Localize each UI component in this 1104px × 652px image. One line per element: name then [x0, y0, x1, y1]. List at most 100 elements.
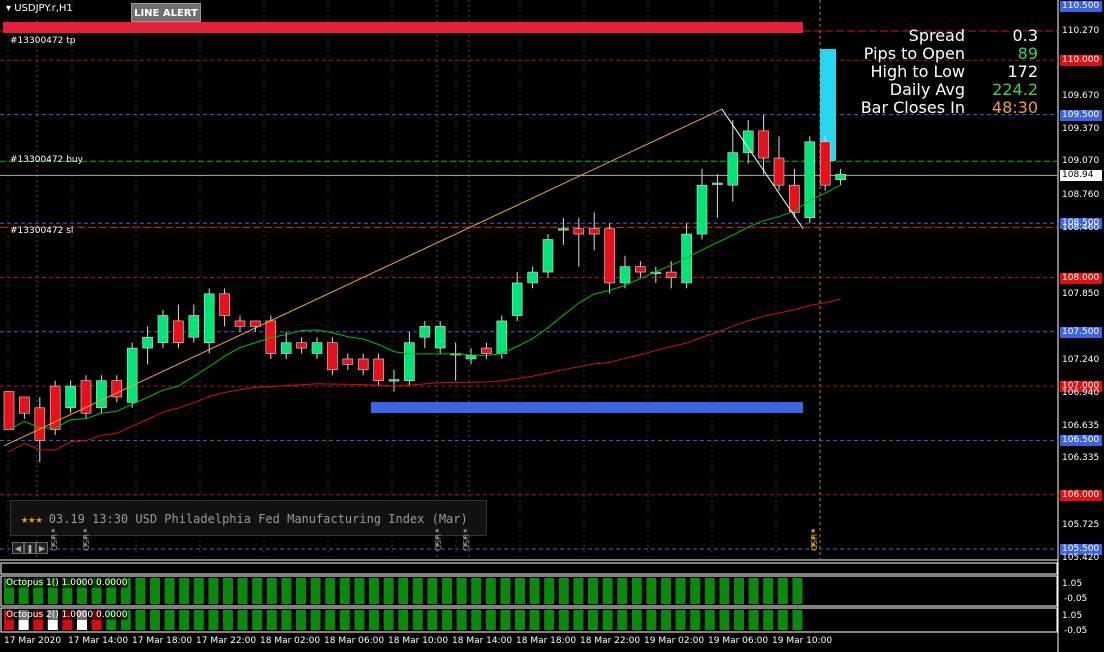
- bull-candle: [804, 141, 816, 219]
- indicator1-bar: [485, 578, 496, 604]
- bear-candle: [327, 342, 338, 371]
- indicator1-bar: [529, 578, 540, 604]
- order-tp-label: #13300472 tp: [10, 36, 76, 46]
- dropdown-triangle-icon[interactable]: ▾: [6, 3, 11, 14]
- indicator2-bar: [719, 610, 730, 630]
- event-currency-label[interactable]: USD: [433, 534, 442, 551]
- bull-candle: [619, 266, 631, 284]
- indicator1-bar: [631, 578, 642, 604]
- indicator1-bar: [646, 578, 657, 604]
- indicator2-bar: [179, 610, 190, 630]
- indicator-label: Octopus 1() 1.0000 0.0000: [6, 578, 128, 588]
- indicator1-bar: [719, 578, 730, 604]
- time-axis-label: 18 Mar 06:00: [324, 636, 385, 646]
- indicator1-bar: [325, 578, 336, 604]
- info-label: Daily Avg: [889, 80, 965, 99]
- price-axis-label: 109.070: [1062, 156, 1100, 167]
- indicator2-bar: [675, 610, 686, 630]
- indicator1-bar: [281, 578, 292, 604]
- indicator-label: Octopus 2() 1.0000 0.0000: [6, 610, 128, 620]
- bear-candle: [588, 228, 600, 235]
- indicator2-bar: [369, 610, 379, 630]
- bull-candle: [142, 336, 153, 349]
- time-axis-label: 18 Mar 02:00: [260, 636, 321, 646]
- indicator2-bar: [208, 610, 219, 630]
- news-text: 03.19 13:30 USD Philadelphia Fed Manufac…: [48, 512, 468, 526]
- indicator1-bar: [734, 578, 744, 604]
- indicator1-bar: [777, 578, 788, 604]
- indicator2-bar: [325, 610, 336, 630]
- price-axis-label: 110.000: [1060, 55, 1102, 67]
- indicator2-bar: [398, 610, 409, 630]
- event-currency-label[interactable]: USD: [461, 534, 470, 551]
- indicator2-bar: [354, 610, 365, 630]
- indicator1-bar: [573, 578, 584, 604]
- bull-candle: [696, 184, 708, 235]
- indicator2-bar: [442, 610, 452, 630]
- line-alert-button[interactable]: LINE ALERT: [131, 3, 201, 22]
- bull-candle: [419, 326, 431, 338]
- info-value: 48:30: [991, 98, 1038, 117]
- importance-stars: ★★★: [21, 512, 43, 526]
- take-profit-zone: [3, 22, 803, 33]
- price-axis-label: 105.725: [1062, 519, 1100, 530]
- info-value: 172: [1007, 62, 1038, 81]
- time-axis-label: 18 Mar 22:00: [580, 636, 641, 646]
- event-currency-label[interactable]: USD: [81, 534, 90, 551]
- indicator1-bar: [690, 578, 701, 604]
- indicator2-bar: [164, 610, 175, 630]
- bear-candle: [819, 141, 831, 186]
- indicator-axis-top: 1.05: [1062, 611, 1083, 621]
- indicator-axis-bottom: -0.05: [1064, 594, 1088, 604]
- indicator2-bar: [252, 610, 263, 630]
- bull-candle: [188, 315, 200, 338]
- price-axis-label: 109.500: [1060, 109, 1102, 121]
- indicator2-bar: [135, 610, 146, 630]
- bull-candle: [542, 239, 554, 273]
- bull-candle: [65, 385, 76, 409]
- symbol-label[interactable]: ▾ USDJPY.r,H1: [6, 3, 73, 14]
- support-zone: [371, 402, 803, 413]
- indicator2-bar: [500, 610, 511, 630]
- bull-candle: [511, 282, 523, 316]
- indicator1-bar: [310, 578, 321, 604]
- event-currency-label[interactable]: USD: [49, 534, 58, 551]
- indicator2-bar: [602, 610, 613, 630]
- bull-candle: [434, 326, 446, 349]
- price-axis-label: 106.635: [1062, 420, 1100, 431]
- indicator1-bar: [354, 578, 365, 604]
- scroll-right-button[interactable]: ▶: [36, 542, 48, 554]
- bear-candle: [665, 271, 677, 278]
- bear-candle: [604, 228, 615, 284]
- bull-candle: [126, 347, 138, 403]
- indicator1-bar: [544, 578, 555, 604]
- bear-candle: [342, 358, 354, 365]
- info-label: Bar Closes In: [860, 98, 965, 117]
- indicator2-bar: [310, 610, 321, 630]
- scroll-left-button[interactable]: ◀: [12, 542, 24, 554]
- indicator1-bar: [252, 578, 263, 604]
- indicator1-bar: [266, 578, 277, 604]
- event-currency-label[interactable]: USD: [809, 534, 818, 551]
- indicator2-bar: [237, 610, 248, 630]
- time-axis-label: 19 Mar 02:00: [644, 636, 705, 646]
- info-label: High to Low: [870, 62, 965, 81]
- info-value: 89: [1017, 44, 1038, 63]
- time-axis-label: 17 Mar 2020: [4, 636, 62, 646]
- indicator2-bar: [661, 610, 671, 630]
- indicator1-bar: [617, 578, 628, 604]
- indicator2-bar: [631, 610, 642, 630]
- time-axis-label: 18 Mar 18:00: [516, 636, 577, 646]
- scroll-pause-button[interactable]: ❚: [24, 542, 36, 554]
- info-label: Spread: [908, 26, 965, 45]
- bear-candle: [173, 320, 184, 343]
- indicator1-bar: [704, 578, 715, 604]
- indicator1-bar: [193, 578, 204, 604]
- time-axis-label: 19 Mar 10:00: [772, 636, 833, 646]
- indicator-axis-bottom: -0.05: [1064, 626, 1088, 636]
- indicator1-bar: [500, 578, 511, 604]
- price-axis-label: 108.760: [1062, 189, 1100, 200]
- indicator2-bar: [223, 610, 233, 630]
- bull-candle: [527, 271, 538, 284]
- blank-pane: [0, 562, 1058, 575]
